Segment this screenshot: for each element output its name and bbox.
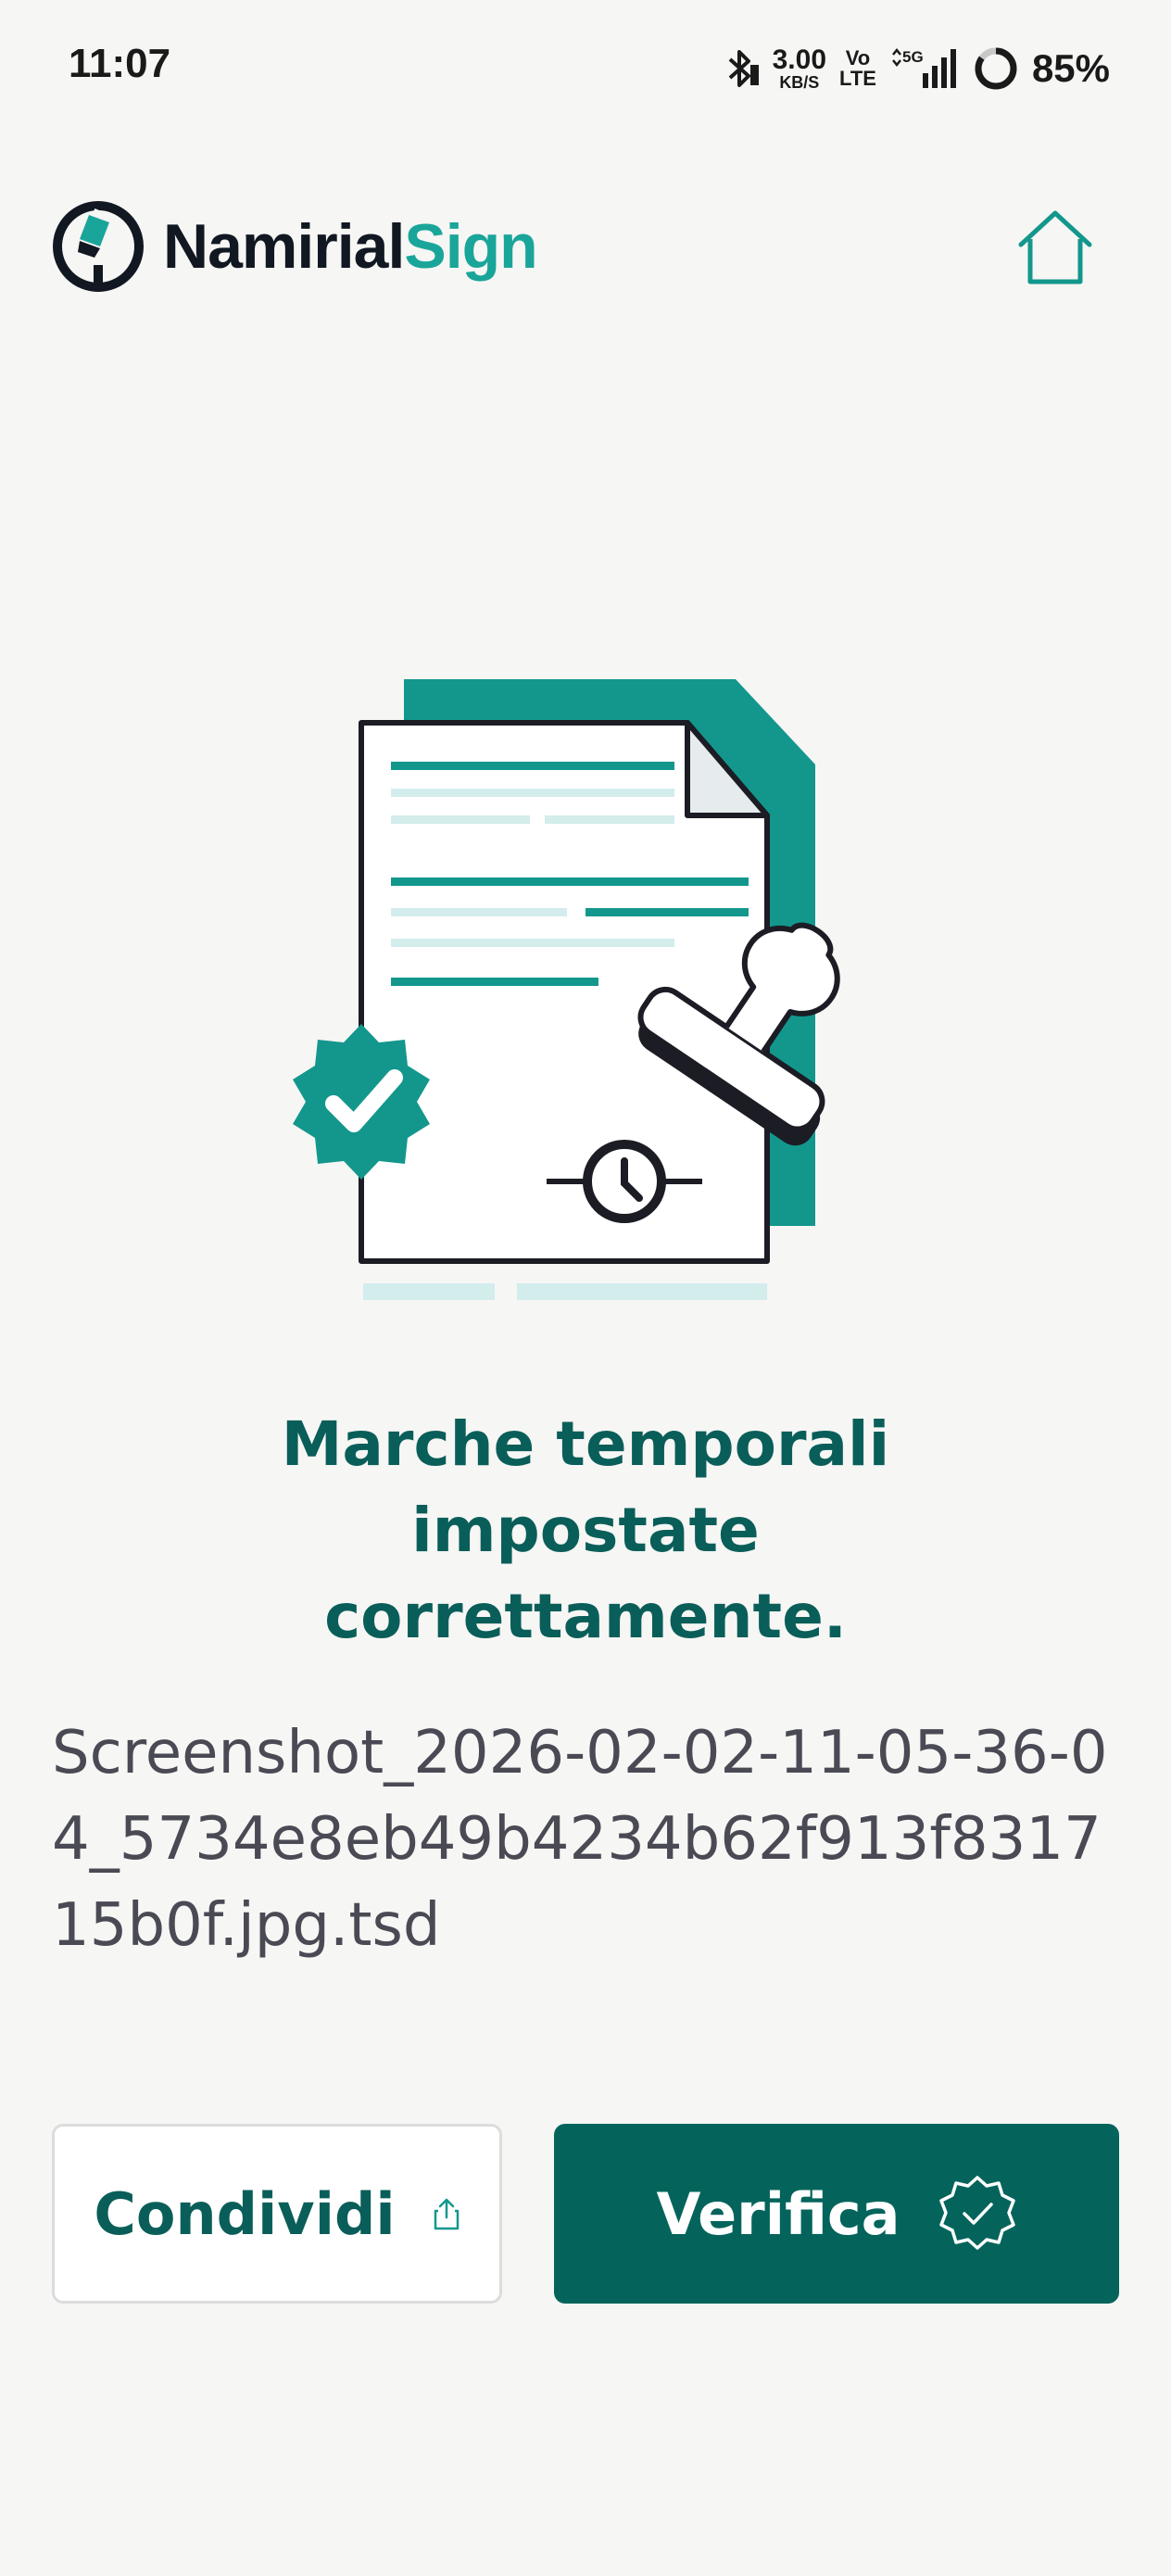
volte-bottom: LTE [839,67,876,90]
network-type: 5G [902,48,924,66]
logo-icon [53,201,144,292]
timestamp-document-illustration [293,679,840,1300]
signal-5g-icon: 5G [891,47,956,88]
logo-text-namirial: Namirial [163,211,405,282]
volte-indicator: Vo LTE [839,48,876,89]
bluetooth-icon [728,50,759,87]
network-speed: 3.00 KB/S [772,44,827,92]
share-button[interactable]: Condividi [52,2124,502,2304]
verify-button[interactable]: Verifica [554,2124,1119,2304]
success-message: Marche temporali impostate correttamente… [281,1408,890,1652]
volte-top: Vo [845,46,871,69]
share-icon [434,2198,459,2230]
logo-text: NamirialSign [163,210,538,283]
namirial-sign-logo: NamirialSign [52,200,538,293]
network-speed-value: 3.00 [772,44,827,75]
verify-button-label: Verifica [656,2179,900,2248]
share-button-label: Condividi [94,2179,396,2248]
battery-percentage: 85% [1031,46,1110,90]
status-indicators: 3.00 KB/S Vo LTE 5G 85% [723,41,1110,96]
status-bar: 11:07 3.00 KB/S Vo LTE 5G 85% [0,0,1171,139]
home-icon [1018,210,1092,284]
logo-text-sign: Sign [404,211,537,282]
verified-badge-icon [938,2176,1015,2250]
network-speed-unit: KB/S [779,73,820,92]
file-name: Screenshot_2026-02-02-11-05-36-04_5734e8… [52,1719,1108,1960]
battery-ring-icon [975,47,1017,90]
app-header: NamirialSign [0,185,1171,315]
status-time: 11:07 [69,41,171,86]
home-button[interactable] [1014,206,1097,289]
